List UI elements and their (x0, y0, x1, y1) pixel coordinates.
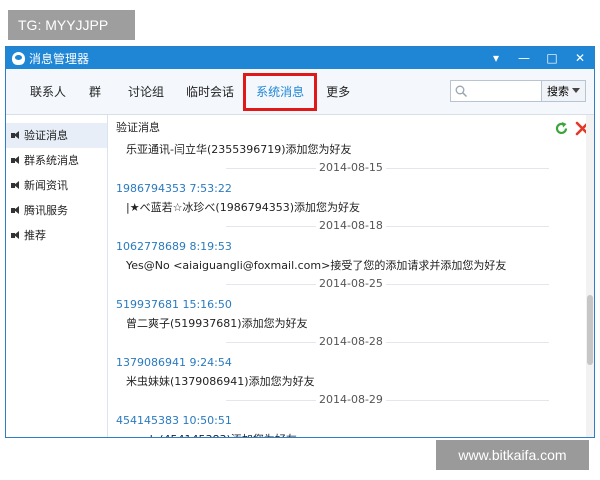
search-area: 搜索 (450, 80, 586, 102)
sidebar-item-label: 验证消息 (24, 129, 68, 142)
tab-more[interactable]: 更多 (315, 69, 361, 115)
tab-groups[interactable]: 群 (77, 69, 117, 115)
sidebar: 验证消息 群系统消息 新闻资讯 腾讯服务 推荐 (6, 115, 108, 437)
chevron-down-icon (572, 88, 580, 93)
message-date: 2014-08-25 (316, 277, 386, 291)
message-date: 2014-08-28 (316, 335, 386, 349)
message-text: candy(454145383)添加您为好友 (116, 429, 594, 437)
message-sender[interactable]: 1062778689 8:19:53 (116, 239, 594, 255)
refresh-icon[interactable] (554, 121, 569, 136)
message-text: 米虫妹妹(1379086941)添加您为好友 (126, 375, 315, 388)
title-bar: 消息管理器 ▾ — □ ✕ (6, 47, 594, 69)
sidebar-item-verify[interactable]: 验证消息 (6, 123, 107, 148)
message-manager-window: 消息管理器 ▾ — □ ✕ 联系人 群 讨论组 临时会话 系统消息 更多 搜索 (5, 46, 595, 438)
message-item: 1062778689 8:19:53 Yes@No <aiaiguangli@f… (116, 239, 594, 291)
qq-penguin-icon (12, 51, 25, 65)
sidebar-item-label: 新闻资讯 (24, 179, 68, 192)
message-text: 乐亚通讯-闫立华(2355396719)添加您为好友 (126, 143, 352, 156)
message-sender[interactable]: 1379086941 9:24:54 (116, 355, 594, 371)
speaker-icon (11, 131, 21, 140)
speaker-icon (11, 206, 21, 215)
scrollbar-thumb[interactable] (587, 295, 593, 365)
scrollbar[interactable] (586, 115, 594, 437)
maximize-button[interactable]: □ (538, 51, 566, 65)
speaker-icon (11, 181, 21, 190)
speaker-icon (11, 231, 21, 240)
panel-title: 验证消息 (116, 121, 160, 134)
close-button[interactable]: ✕ (566, 51, 594, 65)
sidebar-item-tencent-service[interactable]: 腾讯服务 (6, 198, 107, 223)
message-sender[interactable]: 454145383 10:50:51 (116, 413, 594, 429)
message-text: Yes@No <aiaiguangli@foxmail.com>接受了您的添加请… (126, 259, 507, 272)
watermark-top: TG: MYYJJPP (8, 10, 135, 40)
window-menu-button[interactable]: ▾ (482, 51, 510, 65)
search-input[interactable] (450, 80, 542, 102)
sidebar-item-recommend[interactable]: 推荐 (6, 223, 107, 248)
message-item: 乐亚通讯-闫立华(2355396719)添加您为好友 2014-08-15 (116, 139, 594, 175)
window-title: 消息管理器 (29, 51, 90, 66)
search-icon (455, 85, 468, 97)
message-text: |★べ蓝若☆冰珍べ(1986794353)添加您为好友 (126, 201, 360, 214)
tab-temp-chat[interactable]: 临时会话 (175, 69, 245, 115)
tab-discussion-groups[interactable]: 讨论组 (117, 69, 175, 115)
watermark-bottom: www.bitkaifa.com (436, 440, 589, 470)
search-button[interactable]: 搜索 (542, 80, 586, 102)
tab-system-messages[interactable]: 系统消息 (243, 69, 318, 115)
panel-header: 验证消息 (116, 115, 594, 139)
message-panel: 验证消息 乐亚通讯-闫立华(2355396719)添加您为好友 2014-08-… (108, 115, 594, 437)
sidebar-item-label: 推荐 (24, 229, 46, 242)
message-item: 1379086941 9:24:54 米虫妹妹(1379086941)添加您为好… (116, 355, 594, 407)
message-date: 2014-08-18 (316, 219, 386, 233)
message-sender[interactable]: 1986794353 7:53:22 (116, 181, 594, 197)
sidebar-item-label: 腾讯服务 (24, 204, 68, 217)
speaker-icon (11, 156, 21, 165)
tab-bar: 联系人 群 讨论组 临时会话 系统消息 更多 搜索 (6, 69, 594, 115)
message-item: 1986794353 7:53:22 |★べ蓝若☆冰珍べ(1986794353)… (116, 181, 594, 233)
message-item: 519937681 15:16:50 曾二爽子(519937681)添加您为好友… (116, 297, 594, 349)
message-date: 2014-08-29 (316, 393, 386, 407)
sidebar-item-group-system[interactable]: 群系统消息 (6, 148, 107, 173)
tab-contacts[interactable]: 联系人 (6, 69, 77, 115)
minimize-button[interactable]: — (510, 51, 538, 65)
message-item: 454145383 10:50:51 candy(454145383)添加您为好… (116, 413, 594, 437)
search-button-label: 搜索 (547, 85, 569, 98)
message-date: 2014-08-15 (316, 161, 386, 175)
sidebar-item-news[interactable]: 新闻资讯 (6, 173, 107, 198)
panel-actions (554, 121, 590, 136)
message-text: 曾二爽子(519937681)添加您为好友 (126, 317, 308, 330)
sidebar-item-label: 群系统消息 (24, 154, 79, 167)
message-sender[interactable]: 519937681 15:16:50 (116, 297, 594, 313)
